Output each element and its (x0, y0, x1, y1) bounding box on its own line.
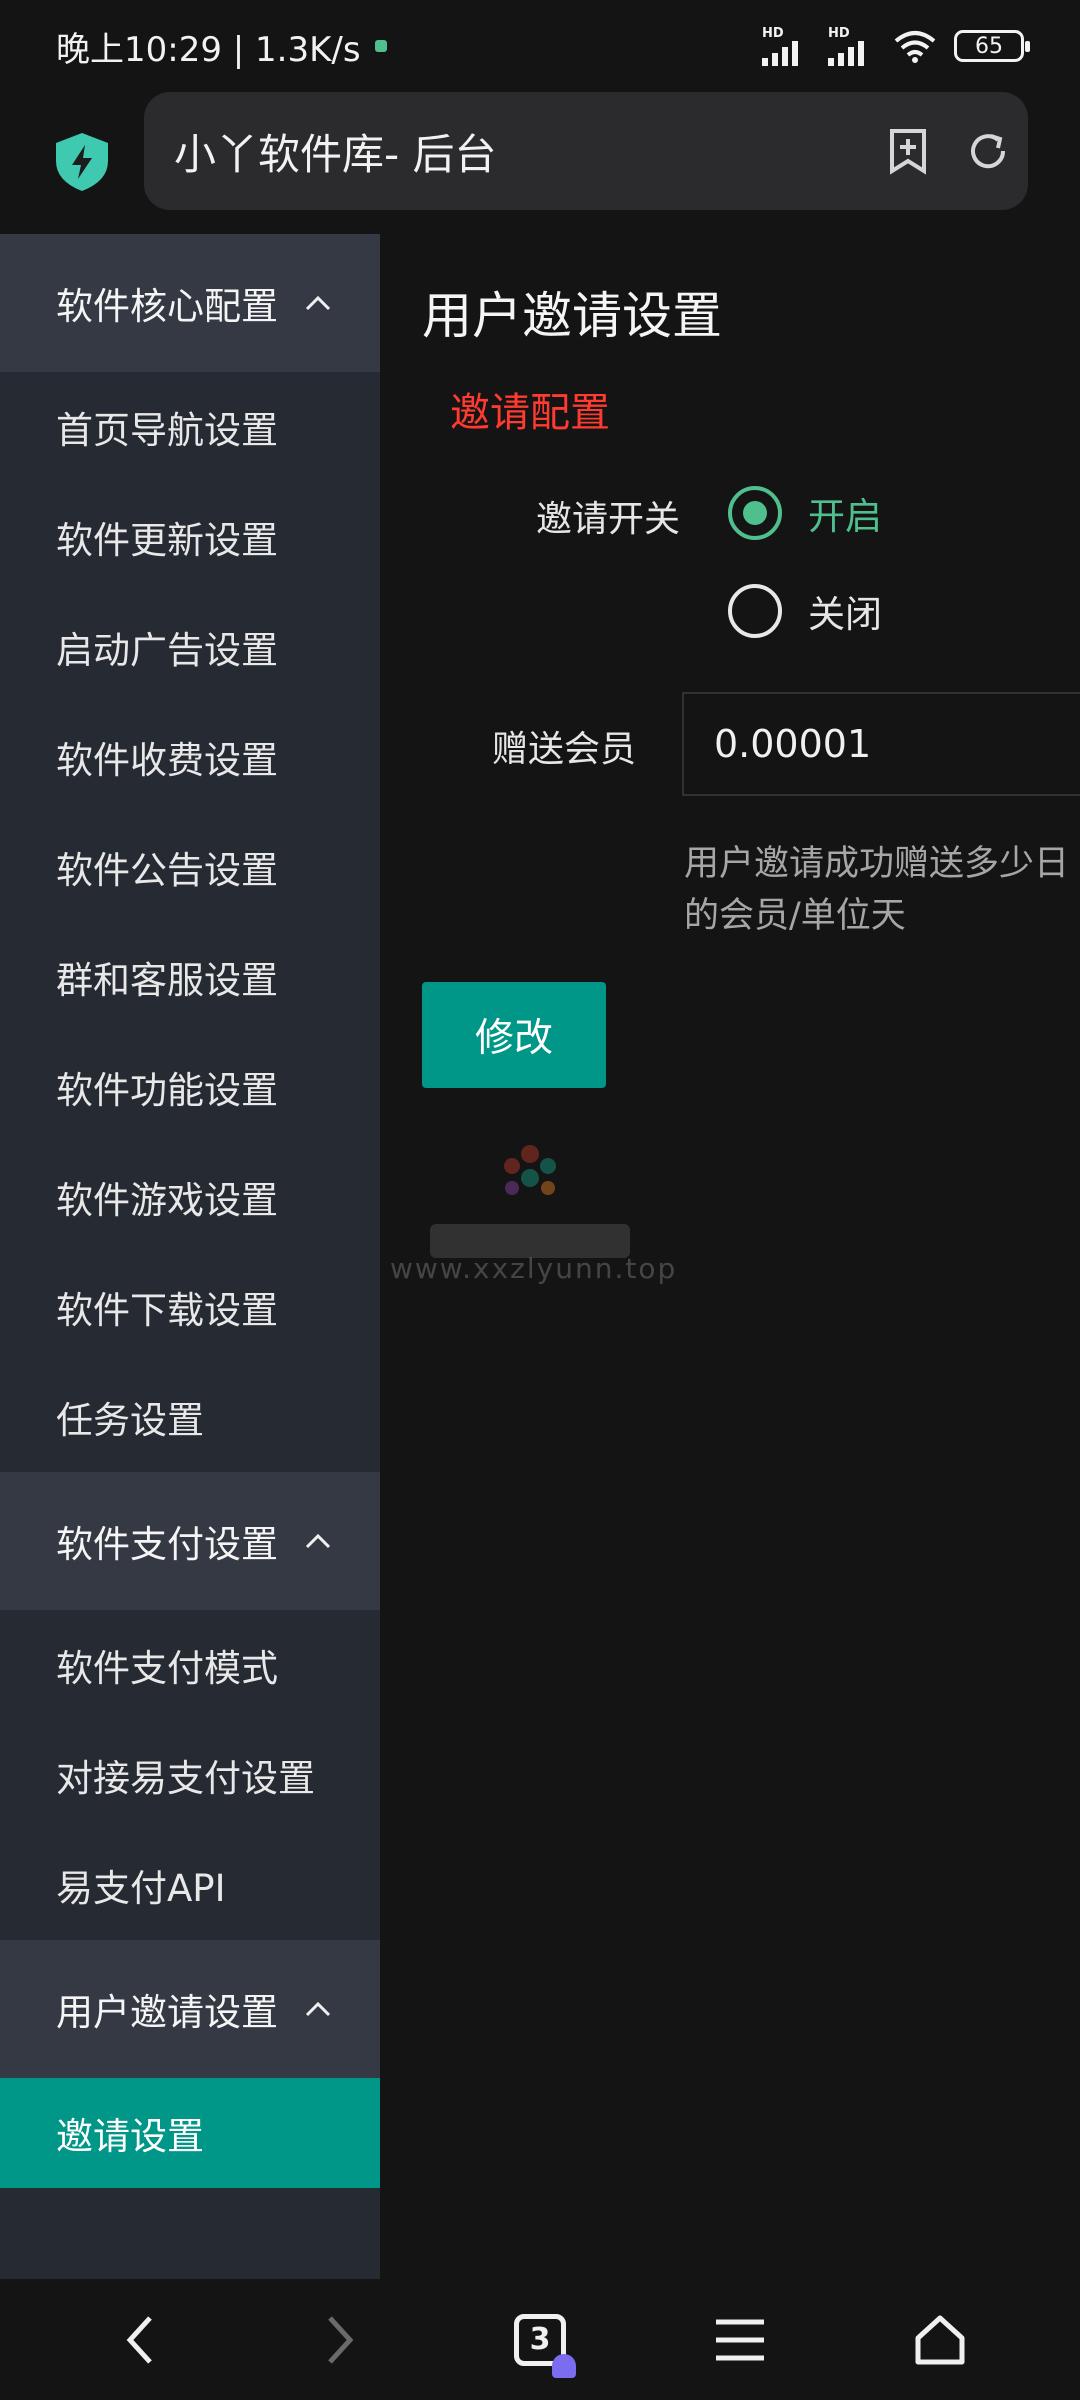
menu-group-label: 软件核心配置 (56, 285, 278, 328)
forward-button[interactable] (290, 2290, 390, 2390)
page-title: 用户邀请设置 (422, 287, 722, 345)
menu-group-label: 软件支付设置 (56, 1523, 278, 1566)
signal-icon-1: HD (762, 27, 810, 66)
home-icon (915, 2315, 965, 2364)
menu-group-payment[interactable]: 软件支付设置 (0, 1472, 380, 1610)
menu-button[interactable] (690, 2290, 790, 2390)
gift-member-help: 用户邀请成功赠送多少日 的会员/单位天 (684, 844, 1070, 936)
bookmark-add-icon (890, 129, 926, 175)
chevron-up-icon (305, 295, 331, 311)
radio-unchecked-icon (728, 584, 782, 638)
address-bar[interactable]: 小丫软件库- 后台 (144, 92, 1028, 210)
gift-member-input[interactable] (682, 692, 1080, 796)
menu-group-invite[interactable]: 用户邀请设置 (0, 1940, 380, 2078)
sidebar-item-epay-config[interactable]: 对接易支付设置 (0, 1720, 380, 1830)
menu-icon (716, 2319, 764, 2360)
status-left: 晚上10:29 | 1.3K/s (56, 22, 387, 71)
chevron-up-icon (305, 1533, 331, 1549)
status-time: 晚上10:29 | 1.3K/s (56, 29, 361, 70)
gift-member-label: 赠送会员 (491, 729, 636, 770)
radio-invite-on[interactable]: 开启 (728, 486, 882, 540)
sidebar-item-games[interactable]: 软件游戏设置 (0, 1142, 380, 1252)
radio-invite-off[interactable]: 关闭 (728, 584, 882, 638)
incognito-ghost-icon (552, 2353, 576, 2378)
notification-dot-icon (374, 40, 387, 52)
menu-group-core-config[interactable]: 软件核心配置 (0, 234, 380, 372)
sidebar-item-home-nav[interactable]: 首页导航设置 (0, 372, 380, 482)
menu-group-label: 用户邀请设置 (56, 1991, 278, 2034)
sidebar-item-epay-api[interactable]: 易支付API (0, 1830, 380, 1940)
sidebar-item-features[interactable]: 软件功能设置 (0, 1032, 380, 1142)
url-title[interactable]: 小丫软件库- 后台 (174, 121, 868, 182)
sidebar-item-launch-ad[interactable]: 启动广告设置 (0, 592, 380, 702)
browser-bar: 小丫软件库- 后台 (0, 92, 1080, 232)
sidebar-item-notice[interactable]: 软件公告设置 (0, 812, 380, 922)
radio-label: 关闭 (808, 593, 882, 636)
wifi-icon (894, 31, 936, 63)
watermark-text: www.xxzlyunn.top (390, 1252, 678, 1285)
sidebar-item-pay-mode[interactable]: 软件支付模式 (0, 1610, 380, 1720)
invite-switch-label: 邀请开关 (535, 499, 680, 540)
bottom-nav: 3 (0, 2279, 1080, 2400)
submit-button[interactable]: 修改 (422, 982, 606, 1088)
sidebar-item-invite-settings[interactable]: 邀请设置 (0, 2078, 380, 2188)
main-content: 用户邀请设置 邀请配置 邀请开关 开启 关闭 赠送会员 用户邀请成功赠送多少日 … (380, 234, 1080, 2279)
refresh-button[interactable] (948, 111, 1028, 191)
section-title: 邀请配置 (450, 390, 610, 436)
back-button[interactable] (90, 2290, 190, 2390)
battery-icon: 65 (954, 30, 1030, 62)
status-bar: 晚上10:29 | 1.3K/s HD HD 65 (0, 0, 1080, 92)
chevron-right-icon (328, 2315, 354, 2364)
sidebar-item-charge[interactable]: 软件收费设置 (0, 702, 380, 812)
signal-icon-2: HD (828, 27, 876, 66)
sidebar-item-group-service[interactable]: 群和客服设置 (0, 922, 380, 1032)
chevron-up-icon (305, 2001, 331, 2017)
radio-label: 开启 (808, 495, 882, 538)
bookmark-add-button[interactable] (868, 111, 948, 191)
radio-checked-icon (728, 486, 782, 540)
home-button[interactable] (890, 2290, 990, 2390)
status-right: HD HD 65 (762, 27, 1030, 66)
tabs-button[interactable]: 3 (490, 2290, 590, 2390)
sidebar-item-tasks[interactable]: 任务设置 (0, 1362, 380, 1472)
sidebar-item-update[interactable]: 软件更新设置 (0, 482, 380, 592)
chevron-left-icon (126, 2315, 152, 2364)
shield-icon[interactable] (52, 131, 112, 193)
sidebar: 软件核心配置 首页导航设置 软件更新设置 启动广告设置 软件收费设置 软件公告设… (0, 234, 380, 2279)
sidebar-item-downloads[interactable]: 软件下载设置 (0, 1252, 380, 1362)
refresh-icon (971, 134, 1006, 169)
